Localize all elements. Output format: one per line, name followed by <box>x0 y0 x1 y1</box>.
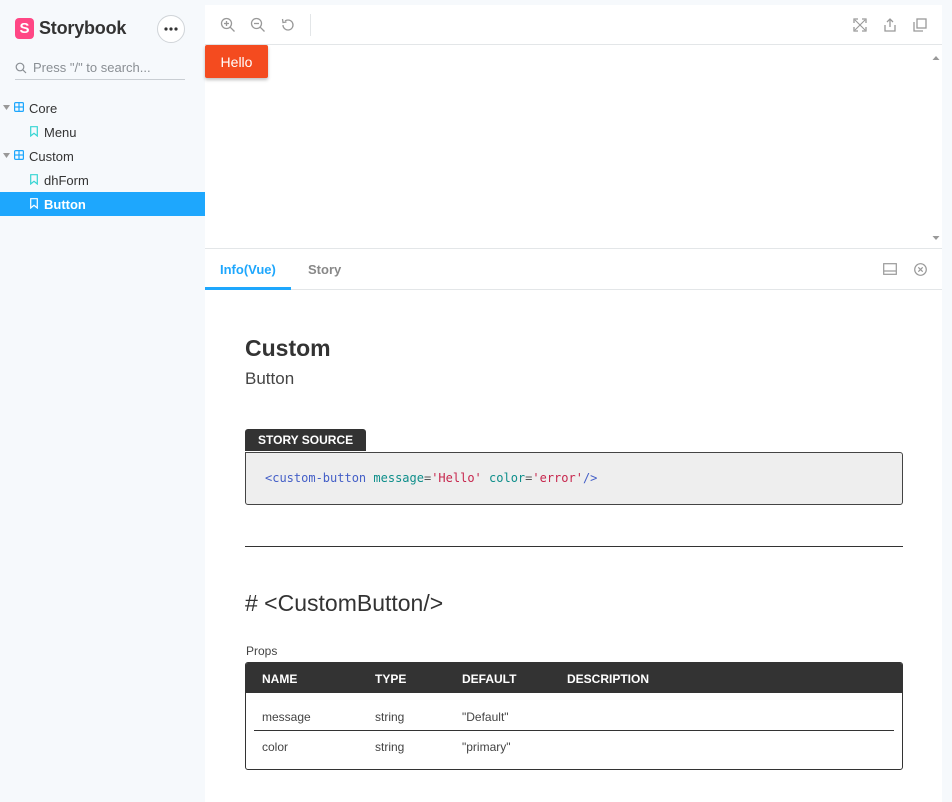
sidebar-menu-button[interactable] <box>157 15 185 43</box>
fullscreen-icon[interactable] <box>852 17 868 33</box>
sidebar-item-label: Button <box>44 197 86 212</box>
preview-canvas: Hello <box>205 45 942 249</box>
component-icon <box>14 150 24 160</box>
sidebar-item-core[interactable]: Core <box>0 96 205 120</box>
hello-button[interactable]: Hello <box>205 45 268 78</box>
search-box <box>15 56 185 80</box>
code-tag-open: <custom-button <box>265 471 367 485</box>
toolbar <box>205 5 942 45</box>
sidebar-item-menu[interactable]: Menu <box>0 120 205 144</box>
table-row: message string "Default" <box>254 701 894 731</box>
column-header: NAME <box>262 672 298 686</box>
toolbar-divider <box>310 14 311 36</box>
code-tag-close: /> <box>582 471 598 485</box>
code-attr: message <box>373 471 424 485</box>
sidebar-item-button[interactable]: Button <box>0 192 205 216</box>
doc-subtitle: Button <box>245 369 295 388</box>
sidebar-item-label: Core <box>29 101 58 116</box>
brand-name: Storybook <box>39 18 127 38</box>
sidebar-item-custom[interactable]: Custom <box>0 144 205 168</box>
doc-title: Custom <box>245 335 331 361</box>
props-label: Props <box>246 644 278 658</box>
sidebar: S Storybook Core Menu <box>0 0 205 802</box>
code-string: 'Hello' <box>431 471 482 485</box>
sidebar-item-label: dhForm <box>44 173 89 188</box>
column-header: DEFAULT <box>462 672 517 686</box>
close-icon[interactable] <box>914 263 927 276</box>
story-source-label: STORY SOURCE <box>245 429 367 451</box>
prop-name: message <box>262 710 311 724</box>
story-tree: Core Menu Custom dhForm Button <box>0 96 205 216</box>
code-attr: color <box>489 471 526 485</box>
props-table: NAME TYPE DEFAULT DESCRIPTION message st… <box>245 662 903 770</box>
prop-default: "Default" <box>462 710 509 724</box>
bookmark-icon <box>30 198 38 209</box>
addon-tabs: Info(Vue) Story <box>205 250 942 290</box>
bookmark-icon <box>30 174 38 185</box>
storybook-logo-icon: S <box>15 18 34 39</box>
bookmark-icon <box>30 126 38 137</box>
prop-type: string <box>375 740 405 754</box>
panel-orientation-icon[interactable] <box>883 263 897 275</box>
ellipsis-icon <box>164 27 178 31</box>
info-panel: Custom Button STORY SOURCE <custom-butto… <box>205 291 942 802</box>
column-header: TYPE <box>375 672 407 686</box>
sidebar-item-dhform[interactable]: dhForm <box>0 168 205 192</box>
copy-icon[interactable] <box>912 17 928 33</box>
tab-story[interactable]: Story <box>293 250 356 290</box>
component-heading: # <CustomButton/> <box>245 590 444 616</box>
prop-type: string <box>375 710 405 724</box>
tab-info-vue[interactable]: Info(Vue) <box>205 250 291 290</box>
props-table-header: NAME TYPE DEFAULT DESCRIPTION <box>246 663 902 693</box>
prop-default: "primary" <box>462 740 511 754</box>
code-string: 'error' <box>532 471 583 485</box>
story-source-code: <custom-button message='Hello' color='er… <box>245 452 903 505</box>
search-icon <box>15 62 27 73</box>
reset-zoom-icon[interactable] <box>280 17 296 33</box>
column-header: DESCRIPTION <box>567 672 650 686</box>
table-row: color string "primary" <box>254 731 894 761</box>
section-divider <box>245 546 903 547</box>
share-icon[interactable] <box>882 17 898 33</box>
prop-name: color <box>262 740 289 754</box>
zoom-out-icon[interactable] <box>250 17 266 33</box>
sidebar-item-label: Menu <box>44 125 77 140</box>
search-input[interactable] <box>33 60 178 75</box>
brand[interactable]: S Storybook <box>15 18 126 39</box>
caret-down-icon <box>3 105 10 110</box>
zoom-in-icon[interactable] <box>220 17 236 33</box>
component-icon <box>14 102 24 112</box>
vertical-scrollbar[interactable] <box>930 45 942 249</box>
sidebar-item-label: Custom <box>29 149 74 164</box>
main-panel: Hello Info(Vue) Story Custom Button STOR… <box>205 5 942 802</box>
caret-down-icon <box>3 153 10 158</box>
